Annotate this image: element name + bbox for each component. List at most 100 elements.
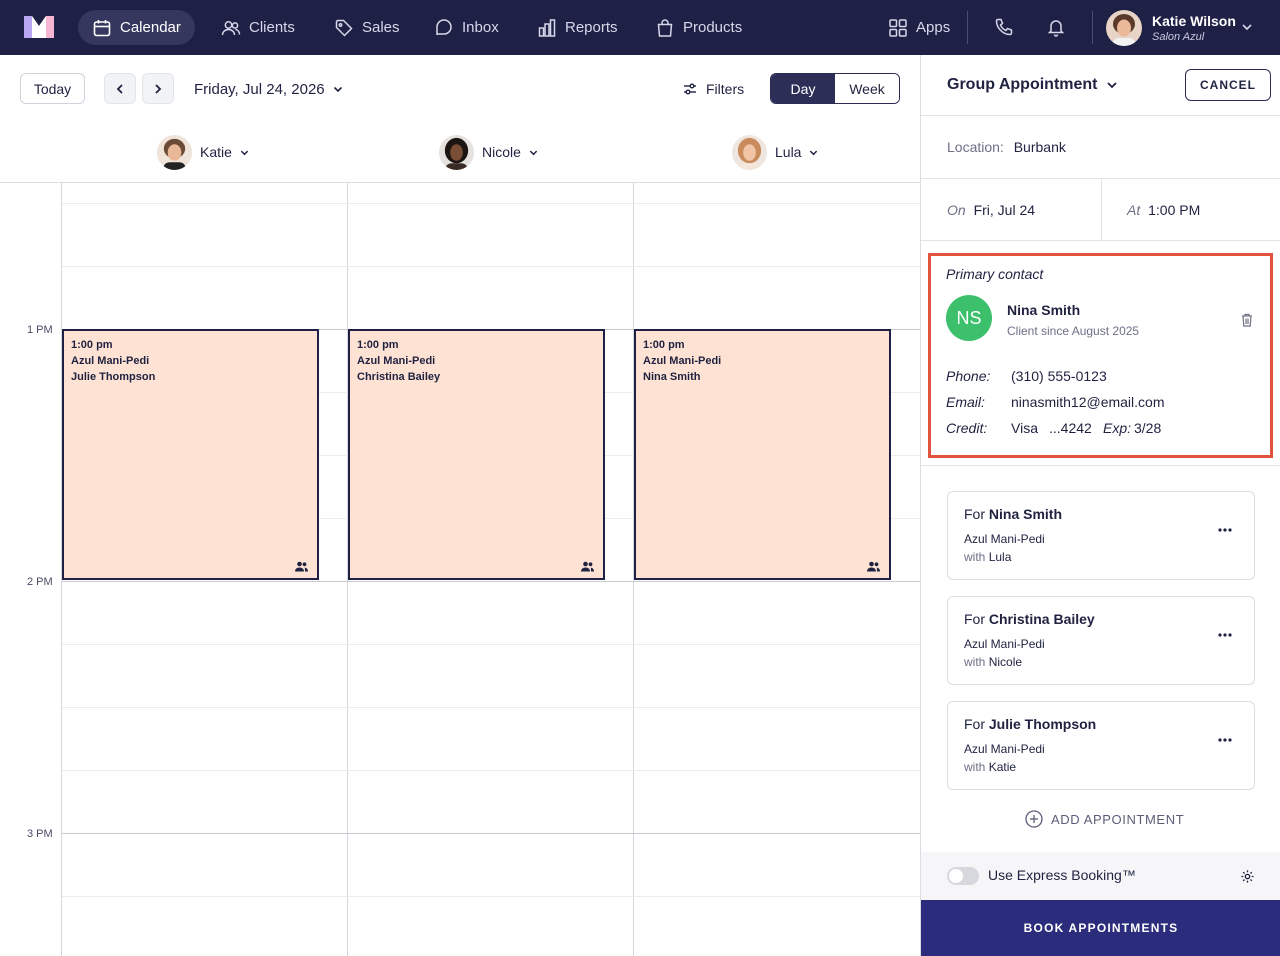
phone-button[interactable] — [991, 14, 1017, 40]
on-value: Fri, Jul 24 — [973, 202, 1036, 218]
panel-divider — [921, 115, 1280, 116]
staff-header-lula[interactable]: Lula — [732, 134, 818, 170]
grid-line-hour — [62, 833, 920, 834]
nav-sales-label: Sales — [362, 19, 400, 36]
filters-button[interactable]: Filters — [682, 78, 744, 100]
email-label: Email: — [946, 394, 985, 410]
view-toggle: Day Week — [770, 73, 900, 104]
view-day-button[interactable]: Day — [771, 74, 835, 103]
with-prefix: with — [964, 655, 986, 669]
for-prefix: For — [964, 716, 985, 732]
at-value: 1:00 PM — [1148, 202, 1201, 218]
group-icon — [295, 561, 308, 572]
time-label: 2 PM — [27, 576, 53, 588]
group-item-client: Nina Smith — [988, 506, 1063, 522]
phone-label: Phone: — [946, 368, 991, 384]
group-item-staff: with Lula — [964, 550, 1011, 564]
on-label: On — [947, 202, 966, 218]
nav-inbox[interactable]: Inbox — [420, 10, 513, 45]
group-appointment-item[interactable]: For Christina Bailey Azul Mani-Pedi with… — [947, 596, 1255, 685]
add-appointment-button[interactable]: ADD APPOINTMENT — [1025, 810, 1184, 828]
exp-value: 3/28 — [1134, 420, 1162, 436]
at-label: At — [1127, 202, 1141, 218]
location-value: Burbank — [1013, 139, 1066, 155]
appointment-block[interactable]: 1:00 pm Azul Mani-Pedi Nina Smith — [634, 329, 891, 580]
for-prefix: For — [964, 611, 985, 627]
nav-inbox-label: Inbox — [462, 19, 499, 36]
group-appointment-item[interactable]: For Nina Smith Azul Mani-Pedi with Lula — [947, 491, 1255, 580]
group-icon — [581, 561, 594, 572]
nav-products-label: Products — [683, 19, 743, 36]
contact-name[interactable]: Nina Smith — [1007, 302, 1080, 318]
email-value[interactable]: ninasmith12@email.com — [1011, 394, 1165, 410]
tag-icon — [335, 19, 353, 37]
appointment-client: Christina Bailey — [357, 371, 441, 383]
prev-day-button[interactable] — [104, 73, 136, 104]
book-appointments-button[interactable]: BOOK APPOINTMENTS — [921, 900, 1280, 956]
staff-value: Nicole — [988, 655, 1023, 669]
chevron-down-icon — [240, 150, 249, 155]
panel-divider — [921, 240, 1280, 241]
staff-header-katie[interactable]: Katie — [157, 134, 249, 170]
more-options-icon[interactable] — [1218, 528, 1232, 532]
trash-icon[interactable] — [1241, 313, 1253, 327]
grid-line — [62, 203, 920, 204]
appointment-block[interactable]: 1:00 pm Azul Mani-Pedi Christina Bailey — [348, 329, 605, 580]
staff-name: Lula — [775, 144, 802, 160]
staff-avatar — [732, 134, 767, 170]
group-item-service: Azul Mani-Pedi — [964, 532, 1045, 546]
location-row[interactable]: Location: Burbank — [947, 139, 1066, 155]
grid-line — [62, 896, 920, 897]
exp-label: Exp: — [1103, 420, 1132, 436]
gear-icon[interactable] — [1240, 869, 1255, 884]
user-menu[interactable]: Katie Wilson Salon Azul — [1106, 9, 1236, 47]
bar-chart-icon — [538, 18, 556, 37]
nav-reports[interactable]: Reports — [523, 10, 632, 45]
cancel-button[interactable]: CANCEL — [1185, 69, 1271, 101]
chevron-right-icon — [155, 83, 162, 94]
user-salon: Salon Azul — [1152, 30, 1205, 43]
notifications-button[interactable] — [1043, 14, 1069, 40]
bell-icon — [1047, 20, 1065, 37]
nav-products[interactable]: Products — [641, 10, 756, 45]
panel-vertical-divider — [1101, 178, 1102, 240]
chevron-down-icon — [529, 150, 538, 155]
appointment-time: 1:00 pm — [71, 339, 113, 351]
primary-contact-heading: Primary contact — [946, 266, 1044, 282]
brand-logo[interactable] — [24, 16, 54, 38]
appointment-service: Azul Mani-Pedi — [643, 355, 722, 367]
staff-avatar — [157, 134, 192, 170]
credit-label: Credit: — [946, 420, 988, 436]
phone-value[interactable]: (310) 555-0123 — [1011, 368, 1107, 384]
today-button[interactable]: Today — [20, 73, 85, 104]
more-options-icon[interactable] — [1218, 633, 1232, 637]
time-row[interactable]: At 1:00 PM — [1127, 202, 1200, 218]
staff-name: Nicole — [482, 144, 521, 160]
nav-calendar-label: Calendar — [120, 19, 181, 36]
date-row[interactable]: On Fri, Jul 24 — [947, 202, 1035, 218]
panel-title-dropdown[interactable]: Group Appointment — [947, 76, 1118, 94]
group-appointment-item[interactable]: For Julie Thompson Azul Mani-Pedi with K… — [947, 701, 1255, 790]
grid-line-hour — [62, 581, 920, 582]
nav-sales[interactable]: Sales — [320, 10, 414, 45]
group-item-staff: with Nicole — [964, 655, 1022, 669]
calendar-top-border — [0, 182, 920, 183]
with-prefix: with — [964, 550, 986, 564]
express-booking-toggle[interactable] — [947, 867, 979, 885]
primary-contact-card: Primary contact NS Nina Smith Client sin… — [928, 253, 1273, 458]
appointment-block[interactable]: 1:00 pm Azul Mani-Pedi Julie Thompson — [62, 329, 319, 580]
panel-divider — [921, 465, 1280, 466]
date-picker[interactable]: Friday, Jul 24, 2026 — [194, 78, 343, 100]
nav-apps[interactable]: Apps — [874, 10, 964, 45]
group-item-service: Azul Mani-Pedi — [964, 742, 1045, 756]
grid-line — [62, 707, 920, 708]
staff-header-nicole[interactable]: Nicole — [439, 134, 538, 170]
more-options-icon[interactable] — [1218, 738, 1232, 742]
next-day-button[interactable] — [142, 73, 174, 104]
location-label: Location: — [947, 139, 1004, 155]
view-week-button[interactable]: Week — [835, 74, 899, 103]
nav-clients[interactable]: Clients — [207, 10, 309, 45]
chevron-left-icon — [116, 83, 123, 94]
chevron-down-icon[interactable] — [1241, 21, 1253, 33]
nav-calendar[interactable]: Calendar — [78, 10, 195, 45]
